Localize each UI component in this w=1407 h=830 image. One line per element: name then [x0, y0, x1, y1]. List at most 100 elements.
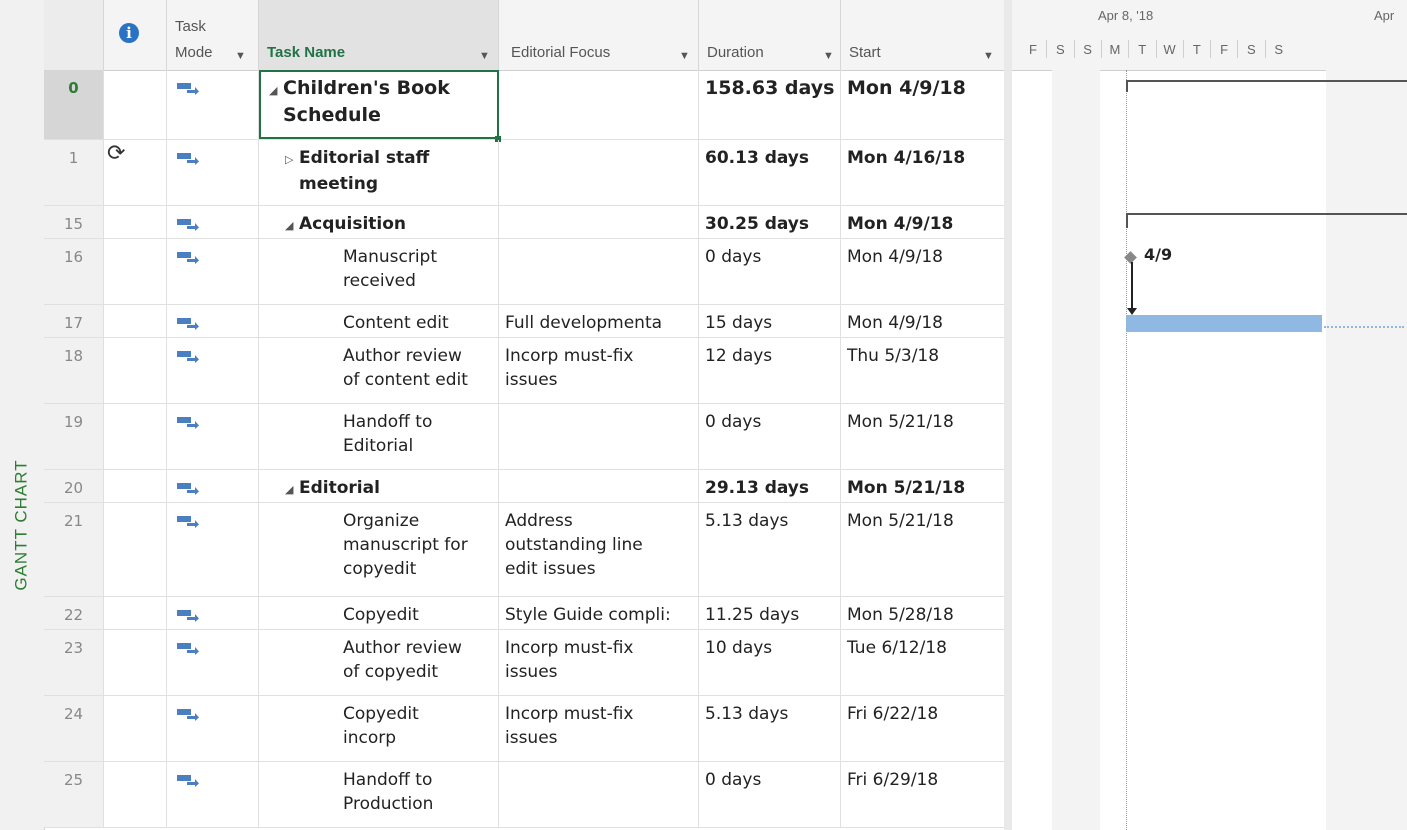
indicator-cell[interactable] — [104, 239, 167, 304]
task-mode-cell[interactable] — [167, 338, 259, 403]
duration-cell[interactable]: 5.13 days — [699, 696, 841, 761]
indicator-cell[interactable] — [104, 70, 167, 139]
task-name-cell[interactable]: Copyedit — [259, 597, 499, 629]
indicator-cell[interactable] — [104, 404, 167, 469]
row-id[interactable]: 24 — [44, 696, 104, 761]
view-bar[interactable]: GANTT CHART — [0, 0, 45, 830]
chevron-down-icon[interactable]: ▼ — [983, 50, 994, 62]
select-all-corner[interactable] — [44, 0, 104, 70]
collapse-icon[interactable]: ◢ — [285, 214, 299, 238]
indicator-cell[interactable] — [104, 206, 167, 238]
editorial-focus-cell[interactable] — [499, 239, 699, 304]
task-name-cell[interactable]: ◢ Children's Book Schedule — [259, 70, 501, 142]
table-row[interactable]: 17 Content edit Full developmenta 15 days Mo… — [44, 305, 1004, 338]
task-mode-cell[interactable] — [167, 239, 259, 304]
editorial-focus-cell[interactable] — [499, 140, 699, 205]
editorial-focus-cell[interactable]: Incorp must-fix issues — [499, 630, 699, 695]
editorial-focus-cell[interactable] — [499, 762, 699, 827]
duration-cell[interactable]: 30.25 days — [699, 206, 841, 238]
indicator-cell[interactable] — [104, 305, 167, 337]
duration-cell[interactable]: 15 days — [699, 305, 841, 337]
start-cell[interactable]: Mon 4/9/18 — [841, 305, 1004, 337]
editorial-focus-cell[interactable] — [499, 206, 699, 238]
table-row[interactable]: 23 Author review of copyedit Incorp must-fi… — [44, 630, 1004, 696]
table-row[interactable]: 24 Copyedit incorp Incorp must-fix issues 5.1… — [44, 696, 1004, 762]
task-mode-cell[interactable] — [167, 503, 259, 596]
duration-cell[interactable]: 60.13 days — [699, 140, 841, 205]
table-row[interactable]: 15 ◢ Acquisition 30.25 days Mon 4/9/18 — [44, 206, 1004, 239]
duration-cell[interactable]: 0 days — [699, 404, 841, 469]
table-row[interactable]: 18 Author review of content edit Incorp mus… — [44, 338, 1004, 404]
table-row[interactable]: 25 Handoff to Production 0 days Fri 6/29/18 — [44, 762, 1004, 828]
indicator-cell[interactable] — [104, 338, 167, 403]
row-id[interactable]: 23 — [44, 630, 104, 695]
column-header-task-mode[interactable]: Task Mode ▼ — [167, 0, 259, 70]
duration-cell[interactable]: 0 days — [699, 239, 841, 304]
collapse-icon[interactable]: ◢ — [285, 478, 299, 502]
task-name-cell[interactable]: Handoff to Editorial — [259, 404, 499, 469]
duration-cell[interactable]: 5.13 days — [699, 503, 841, 596]
task-mode-cell[interactable] — [167, 470, 259, 502]
column-header-start[interactable]: Start ▼ — [841, 0, 1004, 70]
row-id[interactable]: 20 — [44, 470, 104, 502]
table-row[interactable]: 0 ◢ Children's Book Schedule 158.63 days Mon … — [44, 70, 1004, 142]
start-cell[interactable]: Fri 6/29/18 — [841, 762, 1004, 827]
expand-icon[interactable]: ▷ — [285, 148, 299, 172]
column-header-duration[interactable]: Duration ▼ — [699, 0, 841, 70]
task-name-cell[interactable]: Author review of copyedit — [259, 630, 499, 695]
task-name-cell[interactable]: Content edit — [259, 305, 499, 337]
table-row[interactable]: 16 Manuscript received 0 days Mon 4/9/18 — [44, 239, 1004, 305]
chevron-down-icon[interactable]: ▼ — [479, 50, 490, 62]
column-header-editorial-focus[interactable]: Editorial Focus ▼ — [499, 0, 699, 70]
editorial-focus-cell[interactable]: Address outstanding line edit issues — [499, 503, 699, 596]
indicator-cell[interactable] — [104, 696, 167, 761]
task-mode-cell[interactable] — [167, 630, 259, 695]
row-id[interactable]: 18 — [44, 338, 104, 403]
duration-cell[interactable]: 158.63 days — [699, 70, 841, 139]
task-mode-cell[interactable] — [167, 597, 259, 629]
column-header-task-name[interactable]: Task Name ▼ — [259, 0, 499, 70]
summary-bar[interactable] — [1126, 213, 1407, 215]
task-bar[interactable] — [1126, 315, 1322, 332]
task-mode-cell[interactable] — [167, 696, 259, 761]
indicator-cell[interactable] — [104, 470, 167, 502]
task-name-cell[interactable]: Handoff to Production — [259, 762, 499, 827]
start-cell[interactable]: Tue 6/12/18 — [841, 630, 1004, 695]
column-header-info[interactable]: i — [104, 0, 167, 70]
row-id[interactable]: 1 — [44, 140, 104, 205]
row-id[interactable]: 22 — [44, 597, 104, 629]
start-cell[interactable]: Mon 5/21/18 — [841, 503, 1004, 596]
gantt-chart[interactable]: Apr 8, '18 Apr F S S M T W T F S S 4/9 — [1004, 0, 1407, 830]
indicator-cell[interactable] — [104, 503, 167, 596]
row-id[interactable]: 19 — [44, 404, 104, 469]
editorial-focus-cell[interactable]: Style Guide compli: — [499, 597, 699, 629]
task-mode-cell[interactable] — [167, 404, 259, 469]
row-id[interactable]: 21 — [44, 503, 104, 596]
start-cell[interactable]: Mon 4/9/18 — [841, 70, 1004, 139]
row-id[interactable]: 0 — [44, 70, 104, 139]
indicator-cell[interactable]: ⟳ — [104, 140, 167, 205]
start-cell[interactable]: Mon 4/9/18 — [841, 206, 1004, 238]
start-cell[interactable]: Mon 5/21/18 — [841, 470, 1004, 502]
table-row[interactable]: 1 ⟳ ▷ Editorial staff meeting 60.13 days Mon 4… — [44, 140, 1004, 206]
duration-cell[interactable]: 0 days — [699, 762, 841, 827]
timescale[interactable]: Apr 8, '18 Apr F S S M T W T F S S — [1012, 0, 1407, 71]
task-name-cell[interactable]: Organize manuscript for copyedit — [259, 503, 499, 596]
task-mode-cell[interactable] — [167, 206, 259, 238]
table-row[interactable]: 21 Organize manuscript for copyedit Address o… — [44, 503, 1004, 597]
task-name-cell[interactable]: Author review of content edit — [259, 338, 499, 403]
start-cell[interactable]: Mon 5/21/18 — [841, 404, 1004, 469]
task-mode-cell[interactable] — [167, 305, 259, 337]
task-name-cell[interactable]: Copyedit incorp — [259, 696, 499, 761]
task-name-cell[interactable]: Manuscript received — [259, 239, 499, 304]
editorial-focus-cell[interactable] — [499, 470, 699, 502]
start-cell[interactable]: Mon 4/9/18 — [841, 239, 1004, 304]
editorial-focus-cell[interactable]: Incorp must-fix issues — [499, 696, 699, 761]
table-row[interactable]: 19 Handoff to Editorial 0 days Mon 5/21/18 — [44, 404, 1004, 470]
start-cell[interactable]: Thu 5/3/18 — [841, 338, 1004, 403]
editorial-focus-cell[interactable]: Full developmenta — [499, 305, 699, 337]
table-row[interactable]: 22 Copyedit Style Guide compli: 11.25 days M… — [44, 597, 1004, 630]
row-id[interactable]: 17 — [44, 305, 104, 337]
task-name-cell[interactable]: ◢ Editorial — [259, 470, 499, 502]
task-mode-cell[interactable] — [167, 762, 259, 827]
